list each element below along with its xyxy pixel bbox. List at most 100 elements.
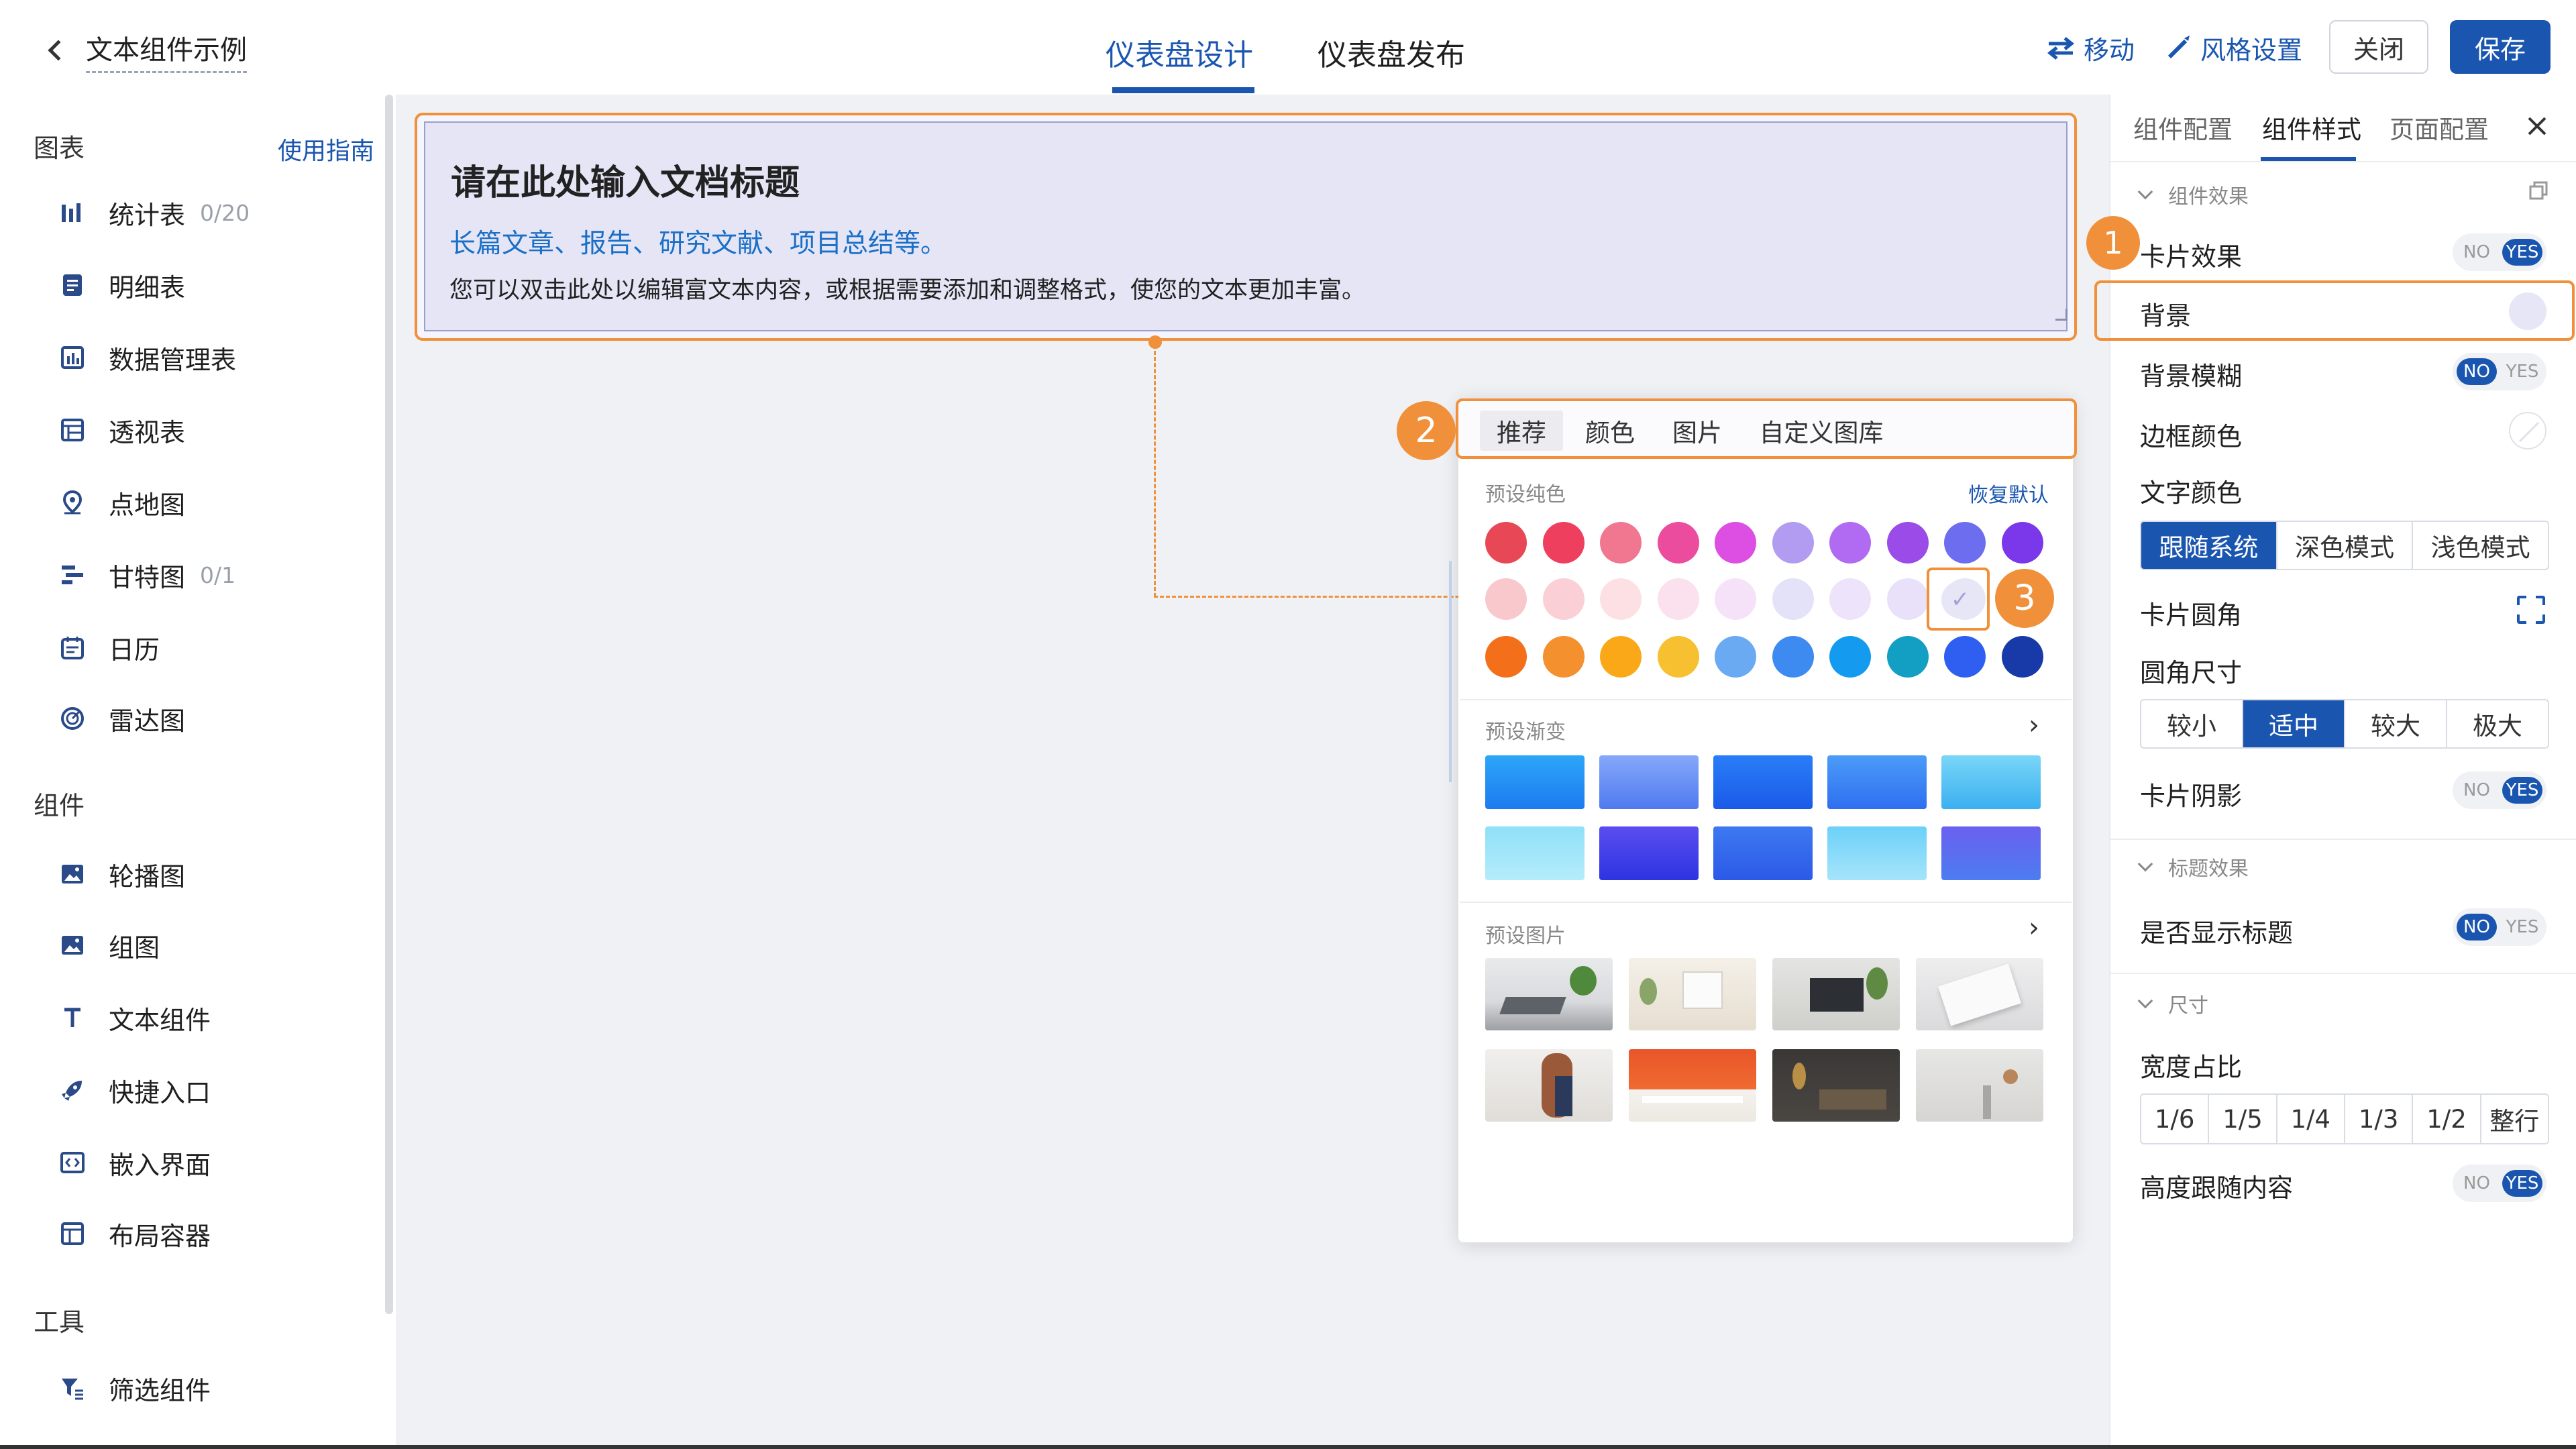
color-swatch[interactable] bbox=[1886, 522, 1929, 564]
color-swatch[interactable] bbox=[1886, 578, 1929, 620]
width-one-sixth[interactable]: 1/6 bbox=[2141, 1095, 2210, 1143]
sidebar-item[interactable]: 点地图 bbox=[56, 479, 185, 526]
background-color-swatch[interactable] bbox=[2509, 292, 2546, 330]
color-swatch[interactable] bbox=[1600, 578, 1642, 620]
width-full-row[interactable]: 整行 bbox=[2481, 1095, 2548, 1143]
color-swatch[interactable] bbox=[1944, 522, 1986, 564]
color-swatch[interactable] bbox=[1657, 636, 1699, 678]
color-swatch[interactable] bbox=[1657, 522, 1699, 564]
corner-radius-icon[interactable] bbox=[2516, 594, 2546, 625]
close-button[interactable]: 关闭 bbox=[2329, 20, 2428, 74]
guide-link[interactable]: 使用指南 bbox=[278, 131, 374, 166]
show-title-toggle[interactable]: NO YES bbox=[2453, 908, 2546, 946]
sidebar-item[interactable]: 透视表 bbox=[56, 407, 185, 453]
tab-page-config[interactable]: 页面配置 bbox=[2390, 107, 2489, 148]
save-button[interactable]: 保存 bbox=[2450, 20, 2551, 74]
tab-dashboard-publish[interactable]: 仪表盘发布 bbox=[1312, 25, 1470, 79]
color-swatch[interactable] bbox=[1600, 522, 1642, 564]
sidebar-item[interactable]: 快捷入口 bbox=[56, 1067, 211, 1114]
gradient-swatch[interactable] bbox=[1827, 755, 1927, 809]
radius-large[interactable]: 较大 bbox=[2345, 700, 2447, 747]
sidebar-item[interactable]: 布局容器 bbox=[56, 1210, 211, 1257]
tab-component-style[interactable]: 组件样式 bbox=[2262, 107, 2361, 148]
section-size[interactable]: 尺寸 bbox=[2137, 989, 2208, 1018]
color-swatch[interactable] bbox=[1829, 522, 1871, 564]
card-effect-toggle[interactable]: NO YES bbox=[2453, 233, 2546, 271]
color-swatch[interactable] bbox=[1772, 578, 1814, 620]
chevron-right-icon[interactable]: › bbox=[2029, 710, 2039, 741]
color-swatch[interactable] bbox=[1657, 578, 1699, 620]
back-button[interactable]: 文本组件示例 bbox=[39, 25, 267, 75]
section-title-effect[interactable]: 标题效果 bbox=[2137, 852, 2249, 881]
color-swatch[interactable] bbox=[1944, 636, 1986, 678]
color-swatch[interactable] bbox=[2001, 522, 2043, 564]
gradient-swatch[interactable] bbox=[1713, 826, 1813, 880]
dashboard-title[interactable]: 文本组件示例 bbox=[86, 28, 247, 73]
color-swatch[interactable] bbox=[1772, 522, 1814, 564]
sidebar-item[interactable]: 组图 bbox=[56, 922, 160, 969]
gradient-swatch[interactable] bbox=[1941, 826, 2041, 880]
border-color-swatch[interactable] bbox=[2509, 412, 2546, 449]
color-swatch[interactable] bbox=[1886, 636, 1929, 678]
check-icon[interactable]: ✓ bbox=[1941, 581, 1979, 619]
color-swatch[interactable] bbox=[1829, 636, 1871, 678]
tab-dashboard-design[interactable]: 仪表盘设计 bbox=[1102, 25, 1257, 79]
tab-colors[interactable]: 颜色 bbox=[1568, 411, 1652, 451]
preset-image-laptop-plant[interactable] bbox=[1772, 958, 1900, 1030]
radius-small[interactable]: 较小 bbox=[2141, 700, 2243, 747]
color-swatch[interactable] bbox=[1485, 578, 1527, 620]
preset-image-bright-desk[interactable] bbox=[1629, 958, 1756, 1030]
preset-image-desk-laptop[interactable] bbox=[1485, 958, 1613, 1030]
sidebar-item[interactable]: 数据管理表 bbox=[56, 334, 236, 381]
style-settings-button[interactable]: 风格设置 bbox=[2165, 30, 2302, 66]
text-color-dark-mode[interactable]: 深色模式 bbox=[2277, 522, 2414, 569]
document-description[interactable]: 您可以双击此处以编辑富文本内容，或根据需要添加和调整格式，使您的文本更加丰富。 bbox=[449, 271, 1365, 305]
preset-image-dark-office[interactable] bbox=[1772, 1049, 1900, 1122]
preset-image-orange-room[interactable] bbox=[1629, 1049, 1756, 1122]
tab-recommended[interactable]: 推荐 bbox=[1480, 411, 1563, 451]
preset-image-person-walking[interactable] bbox=[1485, 1049, 1613, 1122]
text-color-light-mode[interactable]: 浅色模式 bbox=[2413, 522, 2548, 569]
color-swatch[interactable] bbox=[1542, 636, 1585, 678]
document-title[interactable]: 请在此处输入文档标题 bbox=[451, 154, 800, 205]
sidebar-item[interactable]: 轮播图 bbox=[56, 851, 185, 898]
gradient-swatch[interactable] bbox=[1941, 755, 2041, 809]
color-swatch[interactable] bbox=[1772, 636, 1814, 678]
tab-images[interactable]: 图片 bbox=[1656, 411, 1739, 451]
resize-handle[interactable] bbox=[2055, 309, 2068, 321]
sidebar-item[interactable]: 雷达图 bbox=[56, 695, 185, 742]
sidebar-item[interactable]: 甘特图 0/1 bbox=[56, 551, 235, 598]
sidebar-scrollbar[interactable] bbox=[385, 95, 393, 1314]
tab-custom-gallery[interactable]: 自定义图库 bbox=[1744, 411, 1898, 451]
color-swatch[interactable] bbox=[1542, 522, 1585, 564]
color-swatch[interactable] bbox=[1485, 636, 1527, 678]
color-swatch[interactable] bbox=[1715, 522, 1756, 564]
color-swatch[interactable] bbox=[1600, 636, 1642, 678]
gradient-swatch[interactable] bbox=[1599, 826, 1699, 880]
close-icon[interactable] bbox=[2525, 114, 2549, 138]
text-color-follow-system[interactable]: 跟随系统 bbox=[2141, 522, 2277, 569]
preset-image-minimal-wall[interactable] bbox=[1916, 1049, 2043, 1122]
height-follow-toggle[interactable]: NO YES bbox=[2453, 1165, 2546, 1202]
color-swatch[interactable] bbox=[2001, 636, 2043, 678]
color-swatch[interactable] bbox=[1715, 636, 1756, 678]
sidebar-item[interactable]: 筛选组件 bbox=[56, 1364, 211, 1411]
sidebar-item[interactable]: 统计表 0/20 bbox=[56, 189, 250, 236]
sidebar-item[interactable]: 日历 bbox=[56, 624, 160, 671]
move-button[interactable]: 移动 bbox=[2046, 30, 2135, 66]
preset-image-white-tablet[interactable] bbox=[1916, 958, 2043, 1030]
color-swatch[interactable] bbox=[1542, 578, 1585, 620]
color-swatch[interactable] bbox=[1485, 522, 1527, 564]
document-subtitle[interactable]: 长篇文章、报告、研究文献、项目总结等。 bbox=[449, 223, 947, 260]
card-shadow-toggle[interactable]: NO YES bbox=[2453, 771, 2546, 809]
width-one-quarter[interactable]: 1/4 bbox=[2277, 1095, 2345, 1143]
color-swatch[interactable] bbox=[1715, 578, 1756, 620]
tab-component-config[interactable]: 组件配置 bbox=[2133, 107, 2233, 148]
copy-icon[interactable] bbox=[2528, 180, 2549, 201]
gradient-swatch[interactable] bbox=[1827, 826, 1927, 880]
color-swatch[interactable] bbox=[1829, 578, 1871, 620]
gradient-swatch[interactable] bbox=[1599, 755, 1699, 809]
chevron-right-icon[interactable]: › bbox=[2029, 912, 2039, 943]
width-one-fifth[interactable]: 1/5 bbox=[2209, 1095, 2277, 1143]
restore-default-link[interactable]: 恢复默认 bbox=[1968, 478, 2049, 508]
